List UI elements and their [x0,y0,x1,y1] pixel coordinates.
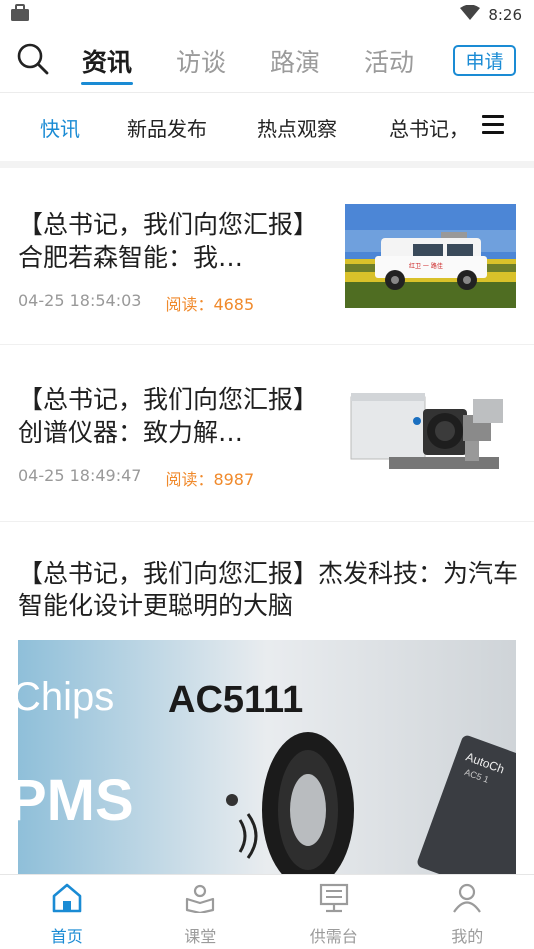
article-item[interactable]: 【总书记，我们向您汇报】合肥若森智能：我… 04-25 18:54:03 阅读：… [0,168,534,344]
divider [0,521,534,522]
article-item[interactable]: 【总书记，我们向您汇报】创谱仪器：致力解… 04-25 18:49:47 阅读：… [0,345,534,521]
nav-label: 供需台 [309,927,358,946]
image-text-pms: PMS [18,768,134,833]
feature-image[interactable]: Chips AC5111 PMS AutoCh AC5 1 [18,640,516,876]
tab-roadshow[interactable]: 路演 [248,30,342,92]
tab-news[interactable]: 资讯 [60,30,154,92]
menu-icon [482,115,504,134]
subtab-flash[interactable]: 快讯 [40,93,80,161]
nav-supply-demand[interactable]: 供需台 [267,875,401,949]
article-time: 04-25 18:49:47 [18,466,142,485]
article-meta: 04-25 18:49:47 阅读：8987 [18,466,254,490]
nav-home[interactable]: 首页 [0,875,134,949]
nav-label: 首页 [50,927,83,946]
subtab-report[interactable]: 总书记， [389,93,469,161]
article-reads: 阅读：8987 [165,470,255,489]
article-time: 04-25 18:54:03 [18,291,142,310]
top-header: 资讯 访谈 路演 活动 申请 [0,30,534,92]
article-meta: 04-25 18:54:03 阅读：4685 [18,291,254,315]
nav-profile[interactable]: 我的 [401,875,534,949]
bottom-nav: 首页 课堂 供需台 我的 [0,874,534,949]
profile-icon [451,883,483,917]
sub-tabs: 快讯 新品发布 热点观察 总书记， [0,93,534,161]
menu-button[interactable] [482,115,504,137]
supply-demand-icon [318,883,350,917]
clock-time: 8:26 [488,6,522,24]
article-thumbnail [345,379,516,483]
tab-events[interactable]: 活动 [342,30,436,92]
search-icon [16,42,50,80]
article-title: 【总书记，我们向您汇报】创谱仪器：致力解… [18,385,318,447]
nav-label: 我的 [451,927,484,946]
main-tabs: 资讯 访谈 路演 活动 [60,30,436,92]
subtab-hot-topics[interactable]: 热点观察 [257,93,337,161]
subtab-new-products[interactable]: 新品发布 [127,93,207,161]
image-text-model: AC5111 [168,679,303,721]
feature-title[interactable]: 【总书记，我们向您汇报】杰发科技：为汽车智能化设计更聪明的大脑 [18,558,518,622]
classroom-icon [184,883,216,917]
tab-interviews[interactable]: 访谈 [154,30,248,92]
article-thumbnail: 红卫 一 路佳 [345,204,516,308]
home-icon [51,883,83,917]
section-separator [0,161,534,168]
article-reads: 阅读：4685 [165,295,255,314]
image-text-chips: Chips [18,675,114,719]
nav-classroom[interactable]: 课堂 [134,875,268,949]
thumb-caption: 红卫 一 路佳 [409,262,443,270]
article-title: 【总书记，我们向您汇报】合肥若森智能：我… [18,210,318,272]
wifi-icon [460,4,481,25]
apply-button[interactable]: 申请 [453,45,516,76]
status-bar: 8:26 [0,0,534,30]
briefcase-icon [10,4,30,26]
nav-label: 课堂 [184,927,217,946]
search-button[interactable] [14,42,52,80]
